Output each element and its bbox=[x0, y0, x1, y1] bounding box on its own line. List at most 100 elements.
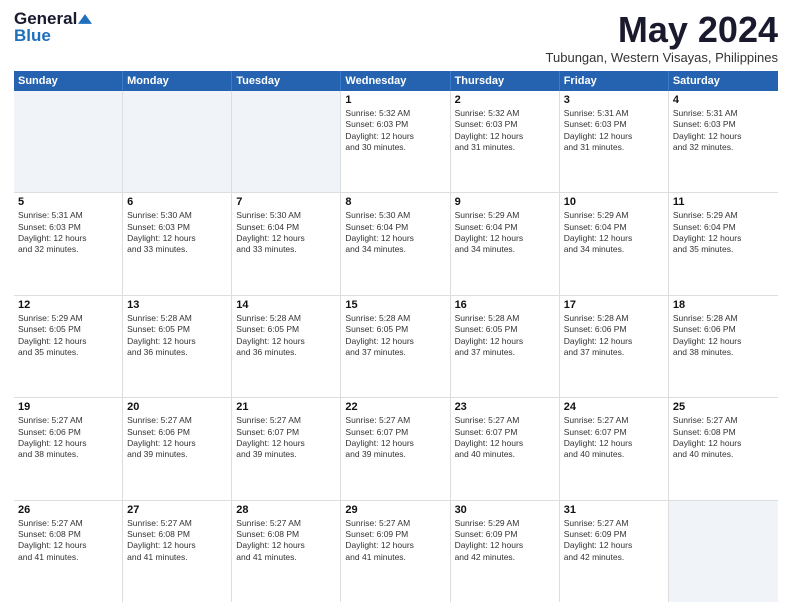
logo-text: General bbox=[14, 10, 92, 27]
day-info: Sunrise: 5:31 AMSunset: 6:03 PMDaylight:… bbox=[673, 108, 774, 154]
day-info: Sunrise: 5:31 AMSunset: 6:03 PMDaylight:… bbox=[564, 108, 664, 154]
calendar-cell: 7Sunrise: 5:30 AMSunset: 6:04 PMDaylight… bbox=[232, 193, 341, 294]
calendar-cell: 17 Sunrise: 5:28 AMSunset: 6:06 PMDayligh… bbox=[560, 296, 669, 397]
day-number: 13 bbox=[127, 299, 227, 311]
day-info: Sunrise: 5:27 AMSunset: 6:08 PMDaylight:… bbox=[673, 415, 774, 461]
day-number: 11 bbox=[673, 196, 774, 208]
day-number: 31 bbox=[564, 504, 664, 516]
day-info: Sunrise: 5:27 AMSunset: 6:07 PMDaylight:… bbox=[564, 415, 664, 461]
title-block: May 2024 Tubungan, Western Visayas, Phil… bbox=[546, 10, 778, 65]
day-number: 18 bbox=[673, 299, 774, 311]
day-number: 5 bbox=[18, 196, 118, 208]
day-number: 8 bbox=[345, 196, 445, 208]
logo-icon bbox=[78, 12, 92, 26]
day-number: 2 bbox=[455, 94, 555, 106]
calendar-cell: 19Sunrise: 5:27 AMSunset: 6:06 PMDayligh… bbox=[14, 398, 123, 499]
calendar-row-1: 1Sunrise: 5:32 AMSunset: 6:03 PMDaylight… bbox=[14, 91, 778, 193]
day-info: Sunrise: 5:29 AMSunset: 6:04 PMDaylight:… bbox=[455, 210, 555, 256]
day-number: 29 bbox=[345, 504, 445, 516]
header-day-thursday: Thursday bbox=[451, 71, 560, 91]
calendar-cell: 10 Sunrise: 5:29 AMSunset: 6:04 PMDayligh… bbox=[560, 193, 669, 294]
day-number: 6 bbox=[127, 196, 227, 208]
day-info: Sunrise: 5:27 AMSunset: 6:07 PMDaylight:… bbox=[345, 415, 445, 461]
calendar-cell: 26 Sunrise: 5:27 AMSunset: 6:08 PMDayligh… bbox=[14, 501, 123, 602]
calendar-cell bbox=[123, 91, 232, 192]
day-info: Sunrise: 5:27 AMSunset: 6:09 PMDaylight:… bbox=[564, 518, 664, 564]
day-info: Sunrise: 5:30 AMSunset: 6:04 PMDaylight:… bbox=[345, 210, 445, 256]
day-number: 3 bbox=[564, 94, 664, 106]
day-number: 12 bbox=[18, 299, 118, 311]
header-day-friday: Friday bbox=[560, 71, 669, 91]
calendar-header: SundayMondayTuesdayWednesdayThursdayFrid… bbox=[14, 71, 778, 91]
day-info: Sunrise: 5:28 AMSunset: 6:05 PMDaylight:… bbox=[236, 313, 336, 359]
calendar-cell: 4 Sunrise: 5:31 AMSunset: 6:03 PMDaylight… bbox=[669, 91, 778, 192]
calendar-cell: 6 Sunrise: 5:30 AMSunset: 6:03 PMDaylight… bbox=[123, 193, 232, 294]
day-info: Sunrise: 5:28 AMSunset: 6:05 PMDaylight:… bbox=[127, 313, 227, 359]
day-number: 16 bbox=[455, 299, 555, 311]
logo-general: General bbox=[14, 10, 77, 27]
calendar-cell: 29 Sunrise: 5:27 AMSunset: 6:09 PMDayligh… bbox=[341, 501, 450, 602]
header-day-wednesday: Wednesday bbox=[341, 71, 450, 91]
day-number: 30 bbox=[455, 504, 555, 516]
day-info: Sunrise: 5:29 AMSunset: 6:04 PMDaylight:… bbox=[564, 210, 664, 256]
calendar-cell: 28 Sunrise: 5:27 AMSunset: 6:08 PMDayligh… bbox=[232, 501, 341, 602]
calendar-row-4: 19 Sunrise: 5:27 AMSunset: 6:06 PMDayligh… bbox=[14, 398, 778, 500]
day-number: 24 bbox=[564, 401, 664, 413]
day-info: Sunrise: 5:27 AMSunset: 6:08 PMDaylight:… bbox=[236, 518, 336, 564]
header-day-saturday: Saturday bbox=[669, 71, 778, 91]
calendar-cell: 22Sunrise: 5:27 AMSunset: 6:07 PMDayligh… bbox=[341, 398, 450, 499]
calendar-cell: 1Sunrise: 5:32 AMSunset: 6:03 PMDaylight… bbox=[341, 91, 450, 192]
day-number: 10 bbox=[564, 196, 664, 208]
calendar-cell: 24 Sunrise: 5:27 AMSunset: 6:07 PMDayligh… bbox=[560, 398, 669, 499]
day-info: Sunrise: 5:27 AMSunset: 6:09 PMDaylight:… bbox=[345, 518, 445, 564]
day-info: Sunrise: 5:27 AMSunset: 6:07 PMDaylight:… bbox=[236, 415, 336, 461]
calendar-cell: 18 Sunrise: 5:28 AMSunset: 6:06 PMDayligh… bbox=[669, 296, 778, 397]
calendar-row-2: 5 Sunrise: 5:31 AMSunset: 6:03 PMDaylight… bbox=[14, 193, 778, 295]
day-info: Sunrise: 5:28 AMSunset: 6:05 PMDaylight:… bbox=[455, 313, 555, 359]
day-info: Sunrise: 5:32 AMSunset: 6:03 PMDaylight:… bbox=[345, 108, 445, 154]
day-info: Sunrise: 5:28 AMSunset: 6:06 PMDaylight:… bbox=[564, 313, 664, 359]
day-number: 15 bbox=[345, 299, 445, 311]
day-info: Sunrise: 5:29 AMSunset: 6:09 PMDaylight:… bbox=[455, 518, 555, 564]
calendar-cell: 27Sunrise: 5:27 AMSunset: 6:08 PMDayligh… bbox=[123, 501, 232, 602]
day-number: 26 bbox=[18, 504, 118, 516]
day-number: 28 bbox=[236, 504, 336, 516]
calendar-cell: 5 Sunrise: 5:31 AMSunset: 6:03 PMDaylight… bbox=[14, 193, 123, 294]
day-number: 19 bbox=[18, 401, 118, 413]
day-info: Sunrise: 5:27 AMSunset: 6:06 PMDaylight:… bbox=[127, 415, 227, 461]
calendar-cell: 15 Sunrise: 5:28 AMSunset: 6:05 PMDayligh… bbox=[341, 296, 450, 397]
day-number: 9 bbox=[455, 196, 555, 208]
day-info: Sunrise: 5:27 AMSunset: 6:07 PMDaylight:… bbox=[455, 415, 555, 461]
header-day-sunday: Sunday bbox=[14, 71, 123, 91]
calendar-cell bbox=[669, 501, 778, 602]
day-info: Sunrise: 5:28 AMSunset: 6:06 PMDaylight:… bbox=[673, 313, 774, 359]
calendar-cell: 16 Sunrise: 5:28 AMSunset: 6:05 PMDayligh… bbox=[451, 296, 560, 397]
day-info: Sunrise: 5:30 AMSunset: 6:04 PMDaylight:… bbox=[236, 210, 336, 256]
title-location: Tubungan, Western Visayas, Philippines bbox=[546, 50, 778, 65]
day-number: 27 bbox=[127, 504, 227, 516]
day-info: Sunrise: 5:31 AMSunset: 6:03 PMDaylight:… bbox=[18, 210, 118, 256]
day-info: Sunrise: 5:28 AMSunset: 6:05 PMDaylight:… bbox=[345, 313, 445, 359]
day-info: Sunrise: 5:29 AMSunset: 6:04 PMDaylight:… bbox=[673, 210, 774, 256]
day-number: 14 bbox=[236, 299, 336, 311]
day-info: Sunrise: 5:27 AMSunset: 6:08 PMDaylight:… bbox=[18, 518, 118, 564]
day-number: 25 bbox=[673, 401, 774, 413]
day-number: 17 bbox=[564, 299, 664, 311]
title-month: May 2024 bbox=[546, 10, 778, 50]
calendar-cell: 14 Sunrise: 5:28 AMSunset: 6:05 PMDayligh… bbox=[232, 296, 341, 397]
day-number: 23 bbox=[455, 401, 555, 413]
day-info: Sunrise: 5:30 AMSunset: 6:03 PMDaylight:… bbox=[127, 210, 227, 256]
header-day-monday: Monday bbox=[123, 71, 232, 91]
day-number: 21 bbox=[236, 401, 336, 413]
day-number: 20 bbox=[127, 401, 227, 413]
calendar-row-5: 26 Sunrise: 5:27 AMSunset: 6:08 PMDayligh… bbox=[14, 501, 778, 602]
day-info: Sunrise: 5:29 AMSunset: 6:05 PMDaylight:… bbox=[18, 313, 118, 359]
calendar-cell: 2Sunrise: 5:32 AMSunset: 6:03 PMDaylight… bbox=[451, 91, 560, 192]
calendar-cell: 13 Sunrise: 5:28 AMSunset: 6:05 PMDayligh… bbox=[123, 296, 232, 397]
calendar-body: 1Sunrise: 5:32 AMSunset: 6:03 PMDaylight… bbox=[14, 91, 778, 602]
day-number: 4 bbox=[673, 94, 774, 106]
calendar-cell: 9 Sunrise: 5:29 AMSunset: 6:04 PMDaylight… bbox=[451, 193, 560, 294]
calendar-cell: 11 Sunrise: 5:29 AMSunset: 6:04 PMDayligh… bbox=[669, 193, 778, 294]
calendar-row-3: 12 Sunrise: 5:29 AMSunset: 6:05 PMDayligh… bbox=[14, 296, 778, 398]
logo: General Blue bbox=[14, 10, 92, 44]
